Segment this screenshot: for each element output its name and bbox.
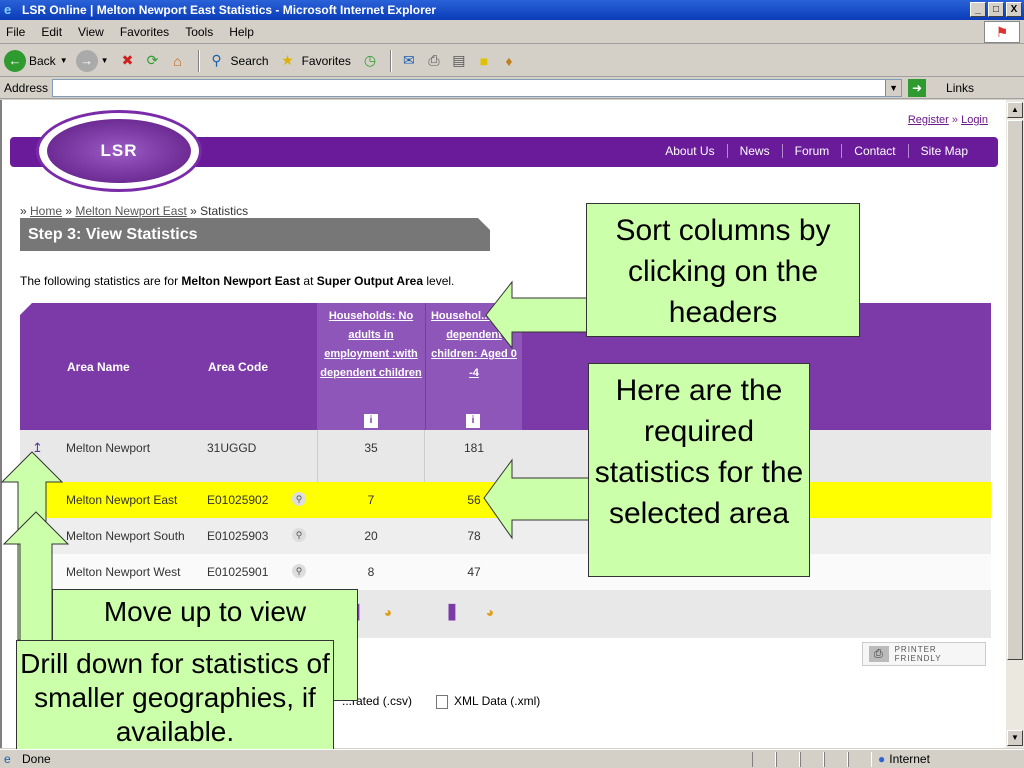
callout-sort: Sort columns by clicking on the headers <box>586 203 860 337</box>
security-zone: Internet <box>889 752 930 766</box>
arrow-to-headers <box>485 280 591 350</box>
page-icon: e <box>4 752 11 766</box>
status-text: Done <box>22 752 51 766</box>
callout-stats: Here are the required statistics for the… <box>588 363 810 577</box>
arrow-to-stats <box>483 458 591 540</box>
status-bar: e Done ● Internet <box>0 749 1024 768</box>
internet-globe-icon: ● <box>878 752 886 766</box>
callout-drill-down: Drill down for statistics of smaller geo… <box>16 640 334 754</box>
